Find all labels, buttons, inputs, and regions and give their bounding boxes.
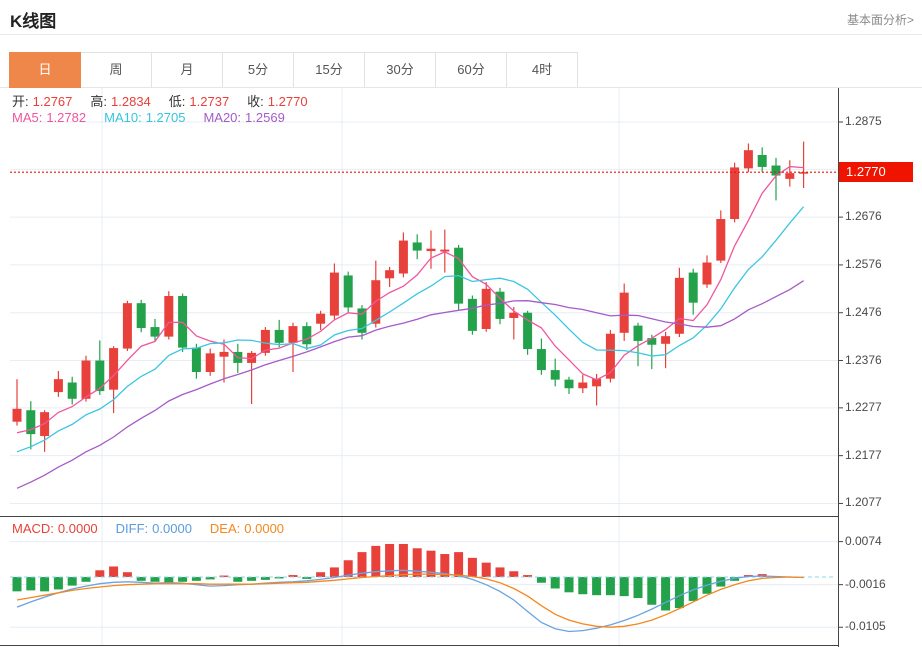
legend-item: DIFF: 0.0000	[116, 521, 196, 536]
axis-tick-label: 1.2177	[845, 447, 882, 462]
axis-tick-label: 1.2576	[845, 256, 882, 271]
axis-tick-label: 1.2376	[845, 352, 882, 367]
legend-item: 开: 1.2767	[12, 91, 76, 110]
legend-value: 0.0000	[57, 521, 98, 536]
grid-lines	[10, 88, 838, 645]
legend-item: 高: 1.2834	[90, 91, 154, 110]
legend-value: 1.2569	[245, 110, 285, 125]
axis-tick-label: 1.2476	[845, 304, 882, 319]
ma20-line	[16, 280, 804, 489]
legend-value: 1.2782	[46, 110, 87, 125]
legend-label: MA5:	[12, 110, 43, 125]
candles	[12, 141, 809, 452]
legend-value: 0.0000	[152, 521, 192, 536]
legend-label: MA10:	[104, 110, 142, 125]
legend-label: 开:	[12, 94, 29, 109]
legend-value: 1.2705	[145, 110, 186, 125]
legend-label: 低:	[168, 94, 186, 109]
legend-value: 1.2834	[111, 94, 151, 109]
legend-value: 1.2770	[267, 94, 308, 109]
current-price-tag: 1.2770	[839, 162, 913, 183]
axis-tick-label: 0.0074	[845, 533, 882, 548]
axis-tick-label: -0.0105	[845, 619, 886, 634]
legend-item: 低: 1.2737	[169, 91, 233, 110]
legend-label: MACD:	[12, 521, 54, 536]
ma-legend: MA5: 1.2782 MA10: 1.2705 MA20: 1.2569	[12, 110, 303, 125]
axis-tick-label: 1.2077	[845, 495, 882, 510]
axis-tick-label: -0.0016	[845, 576, 886, 591]
legend-item: DEA: 0.0000	[210, 521, 288, 536]
legend-value: 0.0000	[244, 521, 285, 536]
ma5-line	[16, 165, 804, 434]
legend-label: MA20:	[203, 110, 242, 125]
legend-item: MA10: 1.2705	[104, 110, 189, 125]
legend-item: MA20: 1.2569	[203, 110, 288, 125]
legend-item: MA5: 1.2782	[12, 110, 90, 125]
tab-day[interactable]: 日	[9, 52, 81, 88]
legend-item: 收: 1.2770	[247, 91, 311, 110]
ma10-line	[16, 206, 805, 453]
legend-label: DEA:	[209, 521, 241, 536]
macd-legend: MACD: 0.0000 DIFF: 0.0000 DEA: 0.0000	[12, 521, 302, 536]
legend-value: 1.2737	[189, 94, 230, 109]
axis-tick-label: 1.2875	[845, 114, 882, 128]
axis-tick-label: 1.2277	[845, 399, 882, 414]
axis-tick-label: 1.2676	[845, 209, 882, 224]
legend-value: 1.2767	[32, 94, 73, 109]
legend-label: 高:	[90, 94, 108, 109]
legend-item: MACD: 0.0000	[12, 521, 102, 536]
legend-label: DIFF:	[115, 521, 149, 536]
legend-label: 收:	[247, 94, 264, 109]
diff-line	[16, 569, 804, 633]
ohlc-legend: 开: 1.2767 高: 1.2834 低: 1.2737 收: 1.2770	[12, 91, 326, 110]
